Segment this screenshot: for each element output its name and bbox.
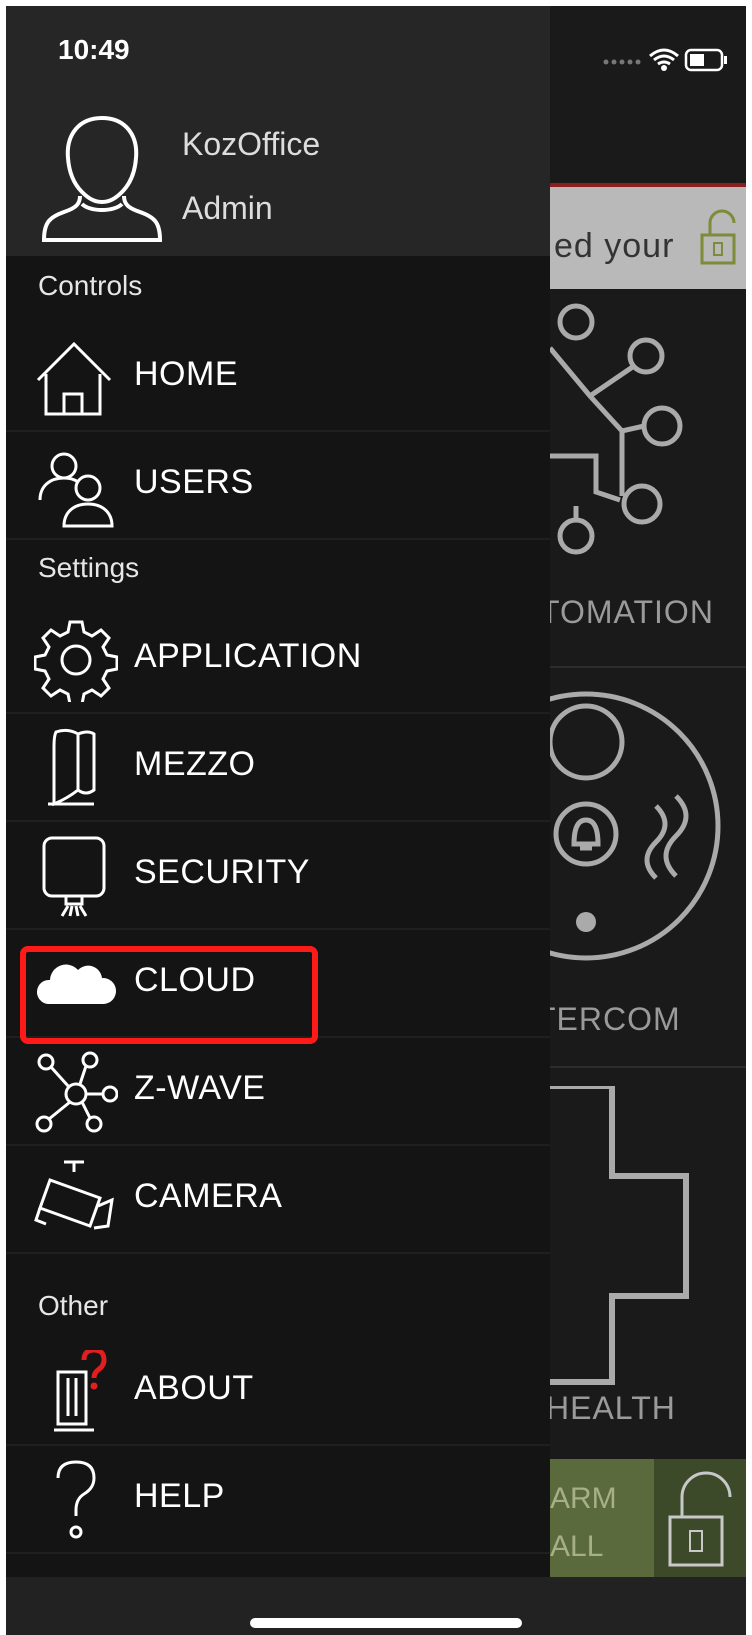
cloud-highlight-box (20, 946, 318, 1044)
section-settings: Settings (38, 552, 140, 583)
menu-item-label: SECURITY (134, 853, 310, 891)
menu-item-label: USERS (134, 463, 254, 501)
menu-item-camera[interactable]: CAMERA (6, 1144, 550, 1254)
security-sensor-icon (42, 836, 106, 917)
tile-divider (550, 666, 746, 668)
menu-item-application[interactable]: APPLICATION (6, 604, 550, 714)
menu-item-label: APPLICATION (134, 637, 362, 675)
status-icons (603, 48, 727, 72)
tile-label-health: HEALTH (546, 1390, 676, 1426)
about-device-icon (54, 1350, 107, 1432)
menu-item-label: Z-WAVE (134, 1069, 266, 1107)
user-role: Admin (182, 190, 273, 226)
menu-item-security[interactable]: SECURITY (6, 820, 550, 930)
menu-item-mezzo[interactable]: MEZZO (6, 712, 550, 822)
tile-label-intercom: TERCOM (536, 1001, 681, 1037)
menu-item-label: MEZZO (134, 745, 256, 783)
house-icon (36, 341, 112, 416)
section-other: Other (38, 1290, 109, 1321)
home-indicator[interactable] (250, 1618, 522, 1628)
notification-banner[interactable]: ed your (550, 183, 746, 289)
menu-item-zwave[interactable]: Z-WAVE (6, 1036, 550, 1146)
people-icon (38, 452, 114, 528)
screen: ed your TOMATION TERCOM HEALTH ARM ALL 1… (6, 6, 746, 1635)
menu-item-about[interactable]: ABOUT (6, 1336, 550, 1446)
menu-item-label: ABOUT (134, 1369, 254, 1407)
menu-item-home[interactable]: HOME (6, 322, 550, 432)
tile-divider (550, 1066, 746, 1068)
automation-icon (550, 303, 683, 555)
status-time: 10:49 (58, 34, 130, 65)
camera-icon (34, 1160, 114, 1230)
menu-item-help[interactable]: HELP (6, 1444, 550, 1554)
menu-item-label: CAMERA (134, 1177, 283, 1215)
user-avatar-icon[interactable] (40, 114, 164, 242)
drawer-header: 10:49 KozOffice Admin (6, 6, 550, 256)
arm-text: ARM ALL (550, 1482, 617, 1563)
tile-label-automation: TOMATION (540, 594, 714, 630)
health-cross-icon (550, 1086, 689, 1385)
navigation-drawer: 10:49 KozOffice Admin Controls HOME USER… (6, 6, 550, 1577)
user-name: KozOffice (182, 126, 321, 162)
menu-item-label: HOME (134, 355, 238, 393)
menu-item-label: HELP (134, 1477, 225, 1515)
banner-text: ed your (554, 227, 675, 265)
network-nodes-icon (35, 1051, 118, 1133)
menu-item-users[interactable]: USERS (6, 430, 550, 540)
question-icon (56, 1460, 96, 1539)
gear-icon (34, 620, 118, 702)
intercom-icon (526, 691, 721, 961)
lock-icon (668, 1471, 732, 1567)
arm-all-button[interactable]: ARM ALL (550, 1459, 746, 1577)
unlock-icon (700, 209, 736, 265)
arm-lock (654, 1459, 746, 1577)
section-controls: Controls (38, 270, 143, 301)
mezzo-device-icon (48, 728, 96, 807)
